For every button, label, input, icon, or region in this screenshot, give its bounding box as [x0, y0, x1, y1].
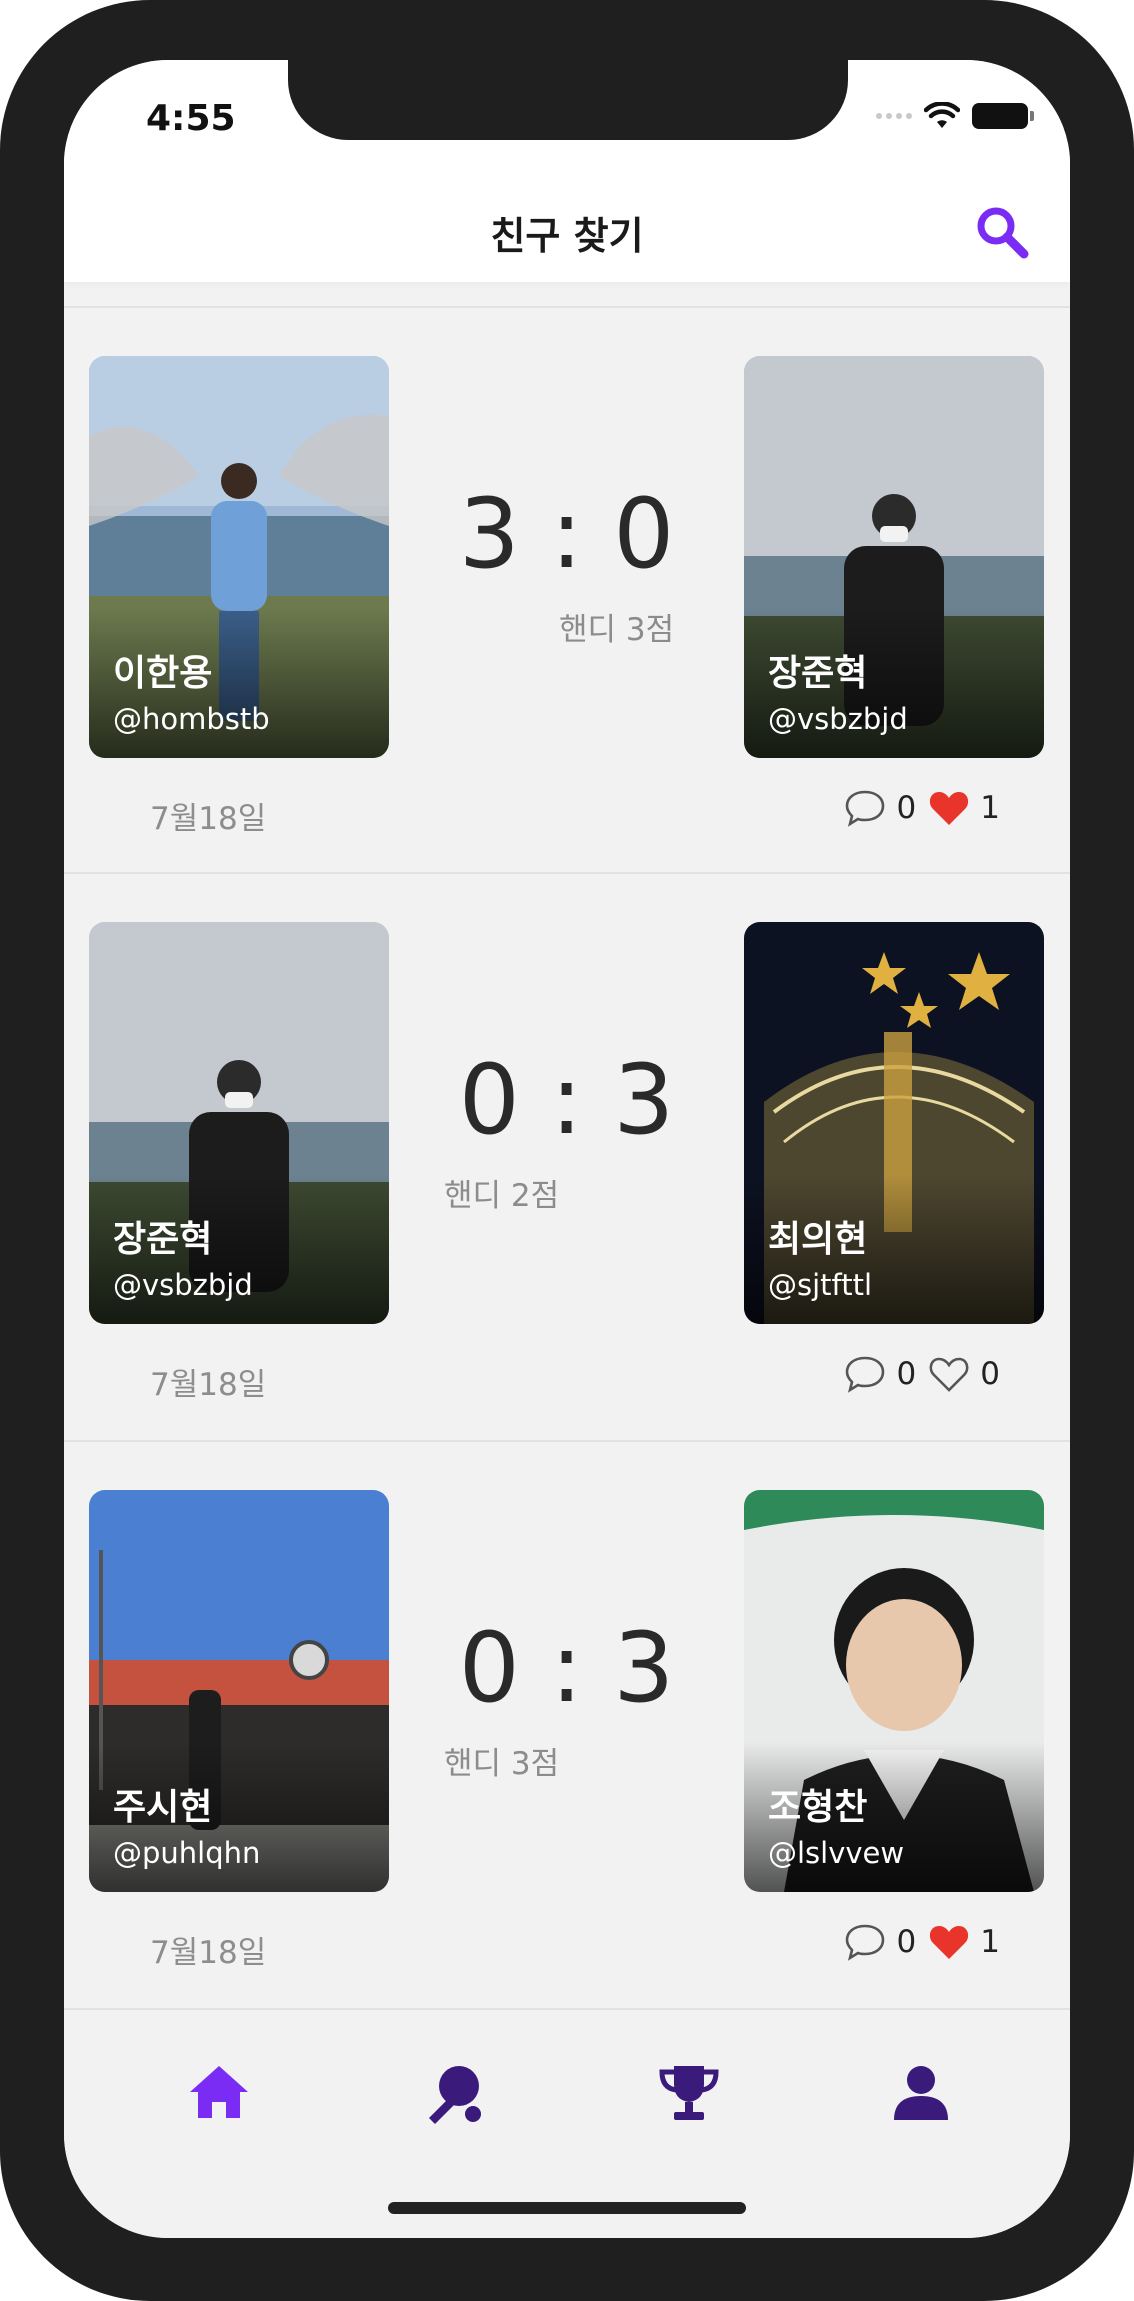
match-card[interactable]: 이한용 @hombstb 3 : 0 핸디 3점 장준혁 @vsbzbjd 7월…: [64, 306, 1070, 874]
match-stats: 0 0: [843, 1354, 1000, 1394]
player-name: 최의현: [768, 1219, 868, 1260]
like-button[interactable]: 1: [928, 1923, 1000, 1961]
comment-count: 0: [896, 1356, 917, 1392]
page-title: 친구 찾기: [490, 214, 644, 258]
player-name: 주시현: [113, 1787, 213, 1828]
tab-matches[interactable]: [419, 2058, 489, 2128]
battery-icon: [972, 103, 1034, 129]
match-date: 7월18일: [150, 1935, 267, 1971]
heart-filled-icon: [930, 792, 969, 825]
match-score: 0 : 3: [458, 1612, 675, 1724]
player-left-photo[interactable]: 장준혁 @vsbzbjd: [89, 922, 389, 1324]
player-handle: @vsbzbjd: [768, 702, 908, 736]
player-handle: @lslvvew: [768, 1836, 905, 1870]
comment-button[interactable]: 0: [843, 1354, 917, 1394]
like-count: 0: [980, 1356, 1000, 1392]
comment-count: 0: [896, 790, 917, 826]
wifi-icon: [924, 102, 960, 128]
heart-filled-icon: [930, 1926, 969, 1959]
match-feed: 이한용 @hombstb 3 : 0 핸디 3점 장준혁 @vsbzbjd 7월…: [64, 306, 1070, 2010]
like-count: 1: [980, 790, 1000, 826]
tab-profile[interactable]: [886, 2058, 956, 2128]
like-button[interactable]: 1: [928, 789, 1000, 827]
comment-icon: [845, 790, 884, 827]
home-indicator: [388, 2202, 746, 2214]
home-icon: [190, 2066, 248, 2118]
player-right-photo[interactable]: 장준혁 @vsbzbjd: [744, 356, 1044, 758]
player-handle: @puhlqhn: [113, 1836, 261, 1870]
comment-button[interactable]: 0: [843, 1922, 917, 1962]
match-card[interactable]: 주시현 @puhlqhn 0 : 3 핸디 3점 조형찬 @lslvvew 7월…: [64, 1442, 1070, 2010]
heart-outline-icon: [929, 1357, 969, 1392]
phone-frame: 4:55 친구 찾기 이한용 @hombstb 3: 0 핸디 3점 장준혁 …: [0, 0, 1134, 2301]
signal-icon: [876, 113, 912, 119]
tab-ranking[interactable]: [654, 2058, 724, 2128]
comment-button[interactable]: 0: [843, 788, 917, 828]
like-count: 1: [980, 1924, 1000, 1960]
match-score: 3 : 0: [458, 478, 675, 590]
player-handle: @sjtfttl: [768, 1268, 873, 1302]
player-handle: @hombstb: [113, 702, 270, 736]
status-time: 4:55: [146, 98, 236, 139]
tab-home[interactable]: [184, 2058, 254, 2128]
handicap-label: 핸디 3점: [559, 612, 675, 648]
player-right-photo[interactable]: 최의현 @sjtfttl: [744, 922, 1044, 1324]
like-button[interactable]: 0: [928, 1355, 1000, 1393]
player-handle: @vsbzbjd: [113, 1268, 253, 1302]
comment-count: 0: [896, 1924, 917, 1960]
match-score: 0 : 3: [458, 1044, 675, 1156]
handicap-label: 핸디 3점: [444, 1746, 560, 1782]
comment-icon: [845, 1924, 884, 1961]
match-date: 7월18일: [150, 801, 267, 837]
match-card[interactable]: 장준혁 @vsbzbjd 0 : 3 핸디 2점 최의현 @sjtfttl 7월…: [64, 874, 1070, 1442]
search-button[interactable]: [972, 202, 1032, 262]
player-right-photo[interactable]: 조형찬 @lslvvew: [744, 1490, 1044, 1892]
player-name: 장준혁: [113, 1219, 213, 1260]
player-name: 이한용: [113, 653, 213, 694]
player-left-photo[interactable]: 주시현 @puhlqhn: [89, 1490, 389, 1892]
notch: [288, 60, 848, 140]
profile-icon: [894, 2066, 948, 2120]
ping-pong-icon: [429, 2066, 481, 2124]
screen: 4:55 친구 찾기 이한용 @hombstb 3: 0 핸디 3점 장준혁 …: [64, 60, 1070, 2238]
player-left-photo[interactable]: 이한용 @hombstb: [89, 356, 389, 758]
player-name: 장준혁: [768, 653, 868, 694]
handicap-label: 핸디 2점: [444, 1178, 560, 1214]
player-name: 조형찬: [768, 1787, 868, 1828]
match-date: 7월18일: [150, 1367, 267, 1403]
search-icon: [977, 207, 1029, 259]
status-icons: [876, 102, 1034, 130]
match-stats: 0 1: [843, 1922, 1000, 1962]
trophy-icon: [659, 2066, 719, 2120]
comment-icon: [845, 1356, 884, 1393]
match-stats: 0 1: [843, 788, 1000, 828]
